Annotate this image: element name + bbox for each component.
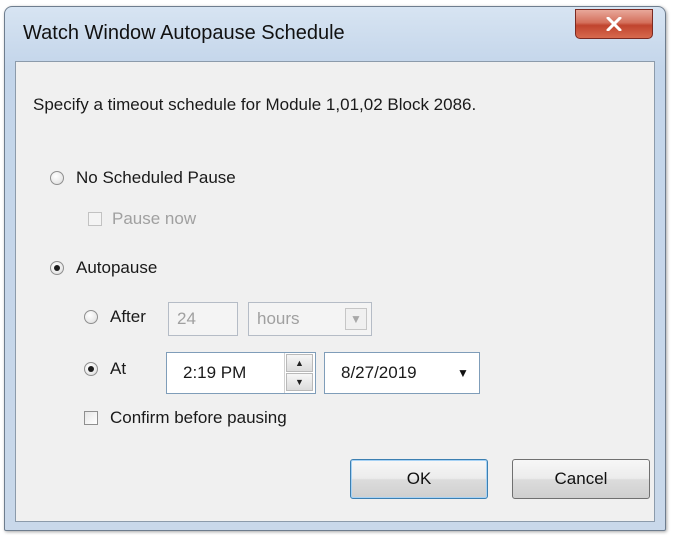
- after-label[interactable]: After: [110, 307, 146, 327]
- at-label[interactable]: At: [110, 359, 126, 379]
- close-button[interactable]: [575, 9, 653, 39]
- pause-now-checkbox[interactable]: [88, 212, 102, 226]
- time-spinner: ▲ ▼: [284, 353, 314, 393]
- title-bar[interactable]: Watch Window Autopause Schedule: [5, 7, 665, 61]
- pause-now-label: Pause now: [112, 209, 197, 228]
- dialog-body: Specify a timeout schedule for Module 1,…: [15, 61, 655, 522]
- after-value-text: 24: [177, 309, 196, 328]
- date-value: 8/27/2019: [341, 363, 417, 382]
- ok-button[interactable]: OK: [350, 459, 488, 499]
- autopause-label[interactable]: Autopause: [76, 258, 157, 278]
- instruction-text: Specify a timeout schedule for Module 1,…: [33, 95, 477, 114]
- chevron-down-icon: ▼: [345, 308, 367, 330]
- at-radio[interactable]: [84, 362, 98, 376]
- autopause-radio[interactable]: [50, 261, 64, 275]
- arrow-down-icon: ▼: [295, 377, 304, 387]
- time-picker[interactable]: 2:19 PM ▲ ▼: [166, 352, 316, 394]
- arrow-up-icon: ▲: [295, 358, 304, 368]
- no-schedule-radio[interactable]: [50, 171, 64, 185]
- window-title: Watch Window Autopause Schedule: [23, 22, 345, 44]
- confirm-checkbox[interactable]: [84, 411, 98, 425]
- confirm-label[interactable]: Confirm before pausing: [110, 408, 287, 428]
- calendar-dropdown-icon[interactable]: ▼: [451, 361, 475, 385]
- cancel-button[interactable]: Cancel: [512, 459, 650, 499]
- time-value: 2:19 PM: [183, 363, 247, 382]
- after-radio[interactable]: [84, 310, 98, 324]
- dialog-window: Watch Window Autopause Schedule Specify …: [4, 6, 666, 531]
- after-unit-select[interactable]: hours ▼: [248, 302, 372, 336]
- no-schedule-label[interactable]: No Scheduled Pause: [76, 168, 236, 188]
- after-unit-text: hours: [257, 309, 300, 328]
- spin-down-button[interactable]: ▼: [286, 373, 313, 391]
- spin-up-button[interactable]: ▲: [286, 354, 313, 372]
- close-x-icon: [606, 17, 622, 31]
- after-value-input[interactable]: 24: [168, 302, 238, 336]
- date-picker[interactable]: 8/27/2019 ▼: [324, 352, 480, 394]
